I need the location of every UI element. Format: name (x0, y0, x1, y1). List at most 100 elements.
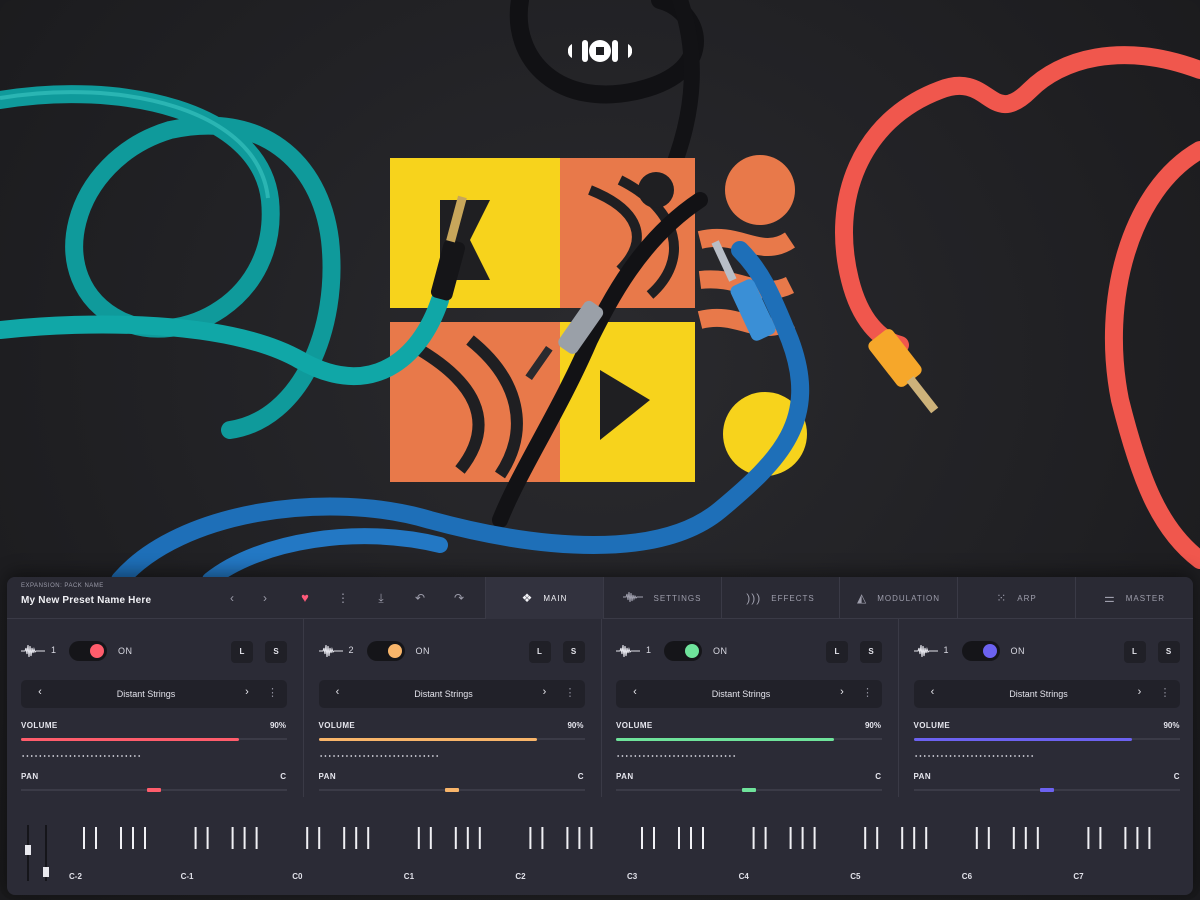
piano-key[interactable] (752, 827, 755, 849)
piano-key[interactable] (255, 827, 258, 849)
chevron-right-icon[interactable]: › (538, 686, 552, 698)
volume-slider[interactable] (616, 738, 882, 741)
kebab-menu-icon[interactable]: ⋮ (862, 686, 873, 699)
piano-key[interactable] (306, 827, 309, 849)
piano-key[interactable] (987, 827, 990, 849)
pan-slider[interactable] (616, 788, 882, 792)
piano-key[interactable] (764, 827, 767, 849)
preset-name[interactable]: My New Preset Name Here (21, 595, 151, 606)
solo-button[interactable]: S (1157, 641, 1180, 663)
piano-key[interactable] (355, 827, 358, 849)
left-button[interactable]: L (826, 641, 848, 663)
piano-key[interactable] (925, 827, 928, 849)
redo-icon[interactable]: ↷ (450, 589, 468, 607)
piano-key[interactable] (801, 827, 804, 849)
piano-key[interactable] (194, 827, 197, 849)
piano-key[interactable] (83, 827, 85, 849)
volume-slider[interactable] (913, 738, 1180, 741)
kebab-menu-icon[interactable]: ⋮ (1160, 686, 1171, 699)
sample-selector[interactable]: ‹ Distant Strings › ⋮ (21, 680, 287, 708)
piano-key[interactable] (901, 827, 904, 849)
piano-key[interactable] (678, 827, 680, 849)
undo-icon[interactable]: ↶ (411, 589, 429, 607)
kebab-menu-icon[interactable]: ⋮ (334, 589, 352, 607)
piano-key[interactable] (466, 827, 469, 849)
chevron-left-icon[interactable]: ‹ (33, 686, 47, 698)
left-button[interactable]: L (1123, 641, 1146, 663)
piano-key[interactable] (1124, 827, 1127, 849)
piano-key[interactable] (578, 827, 581, 849)
solo-button[interactable]: S (562, 641, 585, 663)
kebab-menu-icon[interactable]: ⋮ (267, 686, 278, 699)
piano-key[interactable] (478, 827, 481, 849)
piano-keyboard[interactable]: C-2 C-1 C0 C1 C2 C3 C4 C5 C6 C7 (7, 813, 1193, 895)
chevron-right-icon[interactable]: › (1133, 686, 1147, 698)
chevron-left-icon[interactable]: ‹ (331, 686, 345, 698)
sample-selector[interactable]: ‹ Distant Strings › ⋮ (913, 680, 1180, 708)
piano-key[interactable] (702, 827, 704, 849)
piano-key[interactable] (1012, 827, 1015, 849)
tab-settings[interactable]: SETTINGS (603, 577, 721, 619)
piano-key[interactable] (975, 827, 978, 849)
piano-key[interactable] (243, 827, 246, 849)
chevron-left-icon[interactable]: ‹ (628, 686, 642, 698)
chevron-left-icon[interactable]: ‹ (926, 686, 940, 698)
piano-key[interactable] (120, 827, 122, 849)
piano-key[interactable] (876, 827, 879, 849)
piano-key[interactable] (1099, 827, 1102, 849)
download-icon[interactable]: ⤓ (372, 589, 390, 607)
left-button[interactable]: L (231, 641, 253, 663)
piano-key[interactable] (1148, 827, 1151, 849)
piano-key[interactable] (1087, 827, 1090, 849)
mod-wheel-handle[interactable] (43, 867, 49, 877)
piano-key[interactable] (367, 827, 370, 849)
volume-slider[interactable] (21, 738, 287, 741)
piano-key[interactable] (454, 827, 457, 849)
piano-key[interactable] (144, 827, 146, 849)
piano-key[interactable] (913, 827, 916, 849)
channel-toggle[interactable] (664, 641, 702, 661)
piano-key[interactable] (653, 827, 655, 849)
piano-key[interactable] (1036, 827, 1039, 849)
pitch-wheel-handle[interactable] (25, 845, 31, 855)
piano-key[interactable] (813, 827, 816, 849)
tab-effects[interactable]: ))) EFFECTS (721, 577, 839, 619)
piano-key[interactable] (1024, 827, 1027, 849)
tab-arp[interactable]: ⁙ ARP (957, 577, 1075, 619)
sample-selector[interactable]: ‹ Distant Strings › ⋮ (318, 680, 585, 708)
pan-handle[interactable] (742, 788, 756, 792)
sample-selector[interactable]: ‹ Distant Strings › ⋮ (616, 680, 882, 708)
chevron-right-icon[interactable]: › (256, 589, 274, 607)
keyboard-keys[interactable]: C-2 C-1 C0 C1 C2 C3 C4 C5 C6 C7 (7, 813, 1193, 895)
left-button[interactable]: L (528, 641, 551, 663)
solo-button[interactable]: S (265, 641, 287, 663)
pan-handle[interactable] (444, 788, 459, 792)
tab-main[interactable]: ❖ MAIN (485, 577, 603, 619)
piano-key[interactable] (343, 827, 346, 849)
chevron-right-icon[interactable]: › (240, 686, 254, 698)
tab-master[interactable]: ⚌ MASTER (1075, 577, 1193, 619)
piano-key[interactable] (417, 827, 420, 849)
channel-toggle[interactable] (69, 641, 107, 661)
piano-key[interactable] (641, 827, 643, 849)
chevron-right-icon[interactable]: › (835, 686, 849, 698)
piano-key[interactable] (566, 827, 569, 849)
piano-key[interactable] (231, 827, 234, 849)
piano-key[interactable] (429, 827, 432, 849)
pan-handle[interactable] (1039, 788, 1054, 792)
channel-toggle[interactable] (961, 641, 1000, 661)
piano-key[interactable] (864, 827, 867, 849)
volume-slider[interactable] (318, 738, 585, 741)
pan-slider[interactable] (318, 788, 585, 792)
piano-key[interactable] (529, 827, 532, 849)
pan-slider[interactable] (913, 788, 1180, 792)
solo-button[interactable]: S (860, 641, 882, 663)
piano-key[interactable] (590, 827, 593, 849)
piano-key[interactable] (318, 827, 321, 849)
piano-key[interactable] (1136, 827, 1139, 849)
piano-key[interactable] (690, 827, 692, 849)
piano-key[interactable] (132, 827, 134, 849)
piano-key[interactable] (95, 827, 97, 849)
channel-toggle[interactable] (366, 641, 405, 661)
chevron-left-icon[interactable]: ‹ (223, 589, 241, 607)
